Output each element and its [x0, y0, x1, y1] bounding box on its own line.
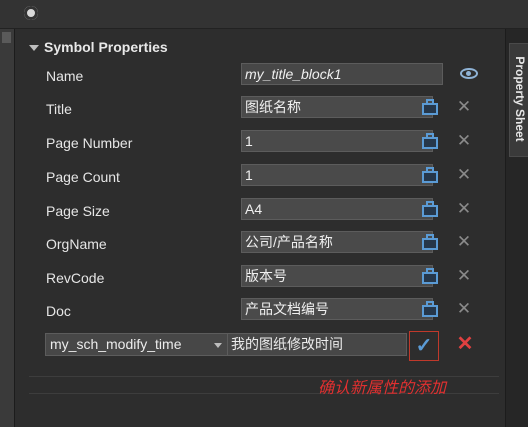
clear-icon[interactable]: ✕ — [456, 200, 472, 218]
property-value-page-size[interactable]: A4 — [241, 198, 433, 220]
new-property-row: my_sch_modify_time 我的图纸修改时间 ✓ ✕ — [15, 331, 505, 361]
clipboard-icon[interactable] — [421, 267, 441, 285]
clear-icon[interactable]: ✕ — [456, 166, 472, 184]
new-property-name-value: my_sch_modify_time — [50, 336, 182, 352]
property-value-title[interactable]: 图纸名称 — [241, 96, 433, 118]
tab-label: Property Sheet — [513, 56, 527, 142]
property-value-orgname[interactable]: 公司/产品名称 — [241, 231, 433, 253]
property-label: RevCode — [46, 270, 105, 286]
property-value-page-count[interactable]: 1 — [241, 164, 433, 186]
property-label: Name — [46, 68, 84, 84]
property-value-page-number[interactable]: 1 — [241, 130, 433, 152]
property-label: Page Size — [46, 203, 110, 219]
right-sidebar: Property Sheet — [505, 29, 528, 427]
property-label: Title — [46, 101, 72, 117]
collapse-triangle-icon[interactable] — [29, 45, 39, 52]
property-panel: Symbol Properties Name my_title_block1 T… — [15, 29, 505, 427]
annotation-text: 确认新属性的添加 — [318, 378, 447, 397]
clipboard-icon[interactable] — [421, 200, 441, 218]
property-row-page-count: Page Count 1 ✕ — [15, 164, 505, 190]
clipboard-icon[interactable] — [421, 300, 441, 318]
property-label: Page Number — [46, 135, 133, 151]
confirm-add-button[interactable]: ✓ — [409, 331, 439, 361]
clear-icon[interactable]: ✕ — [456, 300, 472, 318]
property-row-doc: Doc 产品文档编号 ✕ — [15, 298, 505, 324]
property-label: Doc — [46, 303, 71, 319]
property-row-name: Name my_title_block1 — [15, 63, 505, 89]
clipboard-icon[interactable] — [421, 233, 441, 251]
clear-icon[interactable]: ✕ — [456, 233, 472, 251]
property-label: OrgName — [46, 236, 107, 252]
cancel-add-button[interactable]: ✕ — [456, 334, 474, 354]
clipboard-icon[interactable] — [421, 166, 441, 184]
clipboard-icon[interactable] — [421, 132, 441, 150]
property-value-revcode[interactable]: 版本号 — [241, 265, 433, 287]
property-row-page-number: Page Number 1 ✕ — [15, 130, 505, 156]
new-property-value-input[interactable]: 我的图纸修改时间 — [227, 333, 407, 356]
property-value-name[interactable]: my_title_block1 — [241, 63, 443, 85]
chevron-down-icon[interactable] — [214, 343, 222, 348]
toolbar — [0, 0, 528, 29]
clear-icon[interactable]: ✕ — [456, 132, 472, 150]
property-row-title: Title 图纸名称 ✕ — [15, 96, 505, 122]
property-label: Page Count — [46, 169, 120, 185]
property-row-page-size: Page Size A4 ✕ — [15, 198, 505, 224]
scroll-thumb[interactable] — [2, 32, 11, 43]
clear-icon[interactable]: ✕ — [456, 267, 472, 285]
property-value-doc[interactable]: 产品文档编号 — [241, 298, 433, 320]
eye-icon[interactable] — [460, 68, 478, 79]
gear-icon[interactable] — [24, 6, 38, 20]
new-property-name-select[interactable]: my_sch_modify_time — [45, 333, 228, 356]
clear-icon[interactable]: ✕ — [456, 98, 472, 116]
property-row-revcode: RevCode 版本号 ✕ — [15, 265, 505, 291]
section-header[interactable]: Symbol Properties — [29, 37, 168, 57]
tab-property-sheet[interactable]: Property Sheet — [509, 43, 528, 157]
section-title: Symbol Properties — [44, 39, 168, 55]
property-row-orgname: OrgName 公司/产品名称 ✕ — [15, 231, 505, 257]
clipboard-icon[interactable] — [421, 98, 441, 116]
left-scrollbar[interactable] — [0, 0, 15, 427]
